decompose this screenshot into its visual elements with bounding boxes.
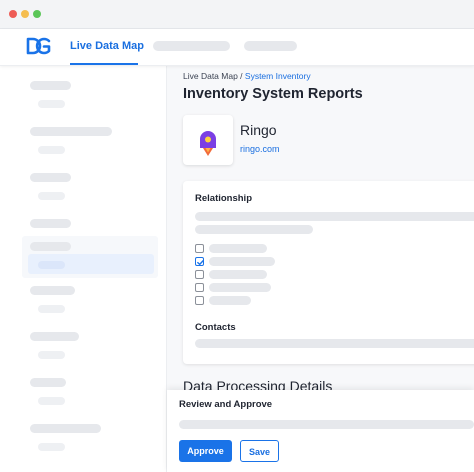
sidebar-item-placeholder[interactable] [30,424,101,433]
checkbox-option-checked[interactable] [195,257,204,266]
checkbox-option[interactable] [195,244,204,253]
contacts-label: Contacts [195,322,236,333]
dg-logo-icon[interactable] [26,37,52,55]
sidebar-subitem-placeholder[interactable] [38,100,65,108]
checkbox-label-placeholder [209,244,267,253]
checkbox-label-placeholder [209,270,267,279]
window-close-button[interactable] [9,10,17,18]
text-placeholder [179,420,474,429]
checkbox-option[interactable] [195,296,204,305]
checkbox-label-placeholder [209,283,271,292]
sidebar-subitem-placeholder[interactable] [38,261,65,269]
sidebar-item-placeholder[interactable] [30,173,71,182]
sidebar-item-placeholder[interactable] [30,378,66,387]
checkbox-label-placeholder [209,296,251,305]
tab-live-data-map[interactable]: Live Data Map [70,29,144,65]
sidebar-subitem-placeholder[interactable] [38,146,65,154]
text-placeholder [195,225,313,234]
save-button[interactable]: Save [240,440,279,462]
sidebar-item-placeholder[interactable] [30,81,71,90]
text-placeholder [195,212,474,221]
sidebar-item-placeholder[interactable] [30,127,112,136]
app-window: Live Data Map Live Data Map / System Inv… [0,0,474,472]
window-titlebar [0,0,474,29]
sidebar-item-placeholder[interactable] [30,242,71,251]
rocket-icon [200,131,216,156]
breadcrumb: Live Data Map / System Inventory [183,71,311,81]
text-placeholder [195,339,474,348]
sidebar-subitem-placeholder[interactable] [38,397,65,405]
check-icon [197,259,204,266]
sidebar-subitem-placeholder[interactable] [38,351,65,359]
window-maximize-button[interactable] [33,10,41,18]
checkbox-option[interactable] [195,283,204,292]
breadcrumb-separator: / [237,71,245,81]
sidebar-subitem-placeholder[interactable] [38,192,65,200]
window-minimize-button[interactable] [21,10,29,18]
relationship-label: Relationship [195,193,253,204]
vendor-logo-card [183,115,233,165]
sidebar-item-placeholder[interactable] [30,332,79,341]
breadcrumb-current[interactable]: System Inventory [245,71,311,81]
review-title: Review and Approve [179,399,273,410]
sidebar-item-placeholder[interactable] [30,286,75,295]
top-nav: Live Data Map [0,29,474,66]
checkbox-label-placeholder [209,257,275,266]
sidebar-subitem-placeholder[interactable] [38,305,65,313]
nav-tab-placeholder[interactable] [153,41,230,51]
nav-tab-placeholder[interactable] [244,41,297,51]
checkbox-option[interactable] [195,270,204,279]
breadcrumb-parent[interactable]: Live Data Map [183,71,238,81]
approve-button[interactable]: Approve [179,440,232,462]
vendor-name: Ringo [240,122,277,138]
page-title: Inventory System Reports [183,86,363,102]
sidebar-subitem-placeholder[interactable] [38,443,65,451]
vendor-url-link[interactable]: ringo.com [240,144,280,154]
sidebar-item-placeholder[interactable] [30,219,71,228]
